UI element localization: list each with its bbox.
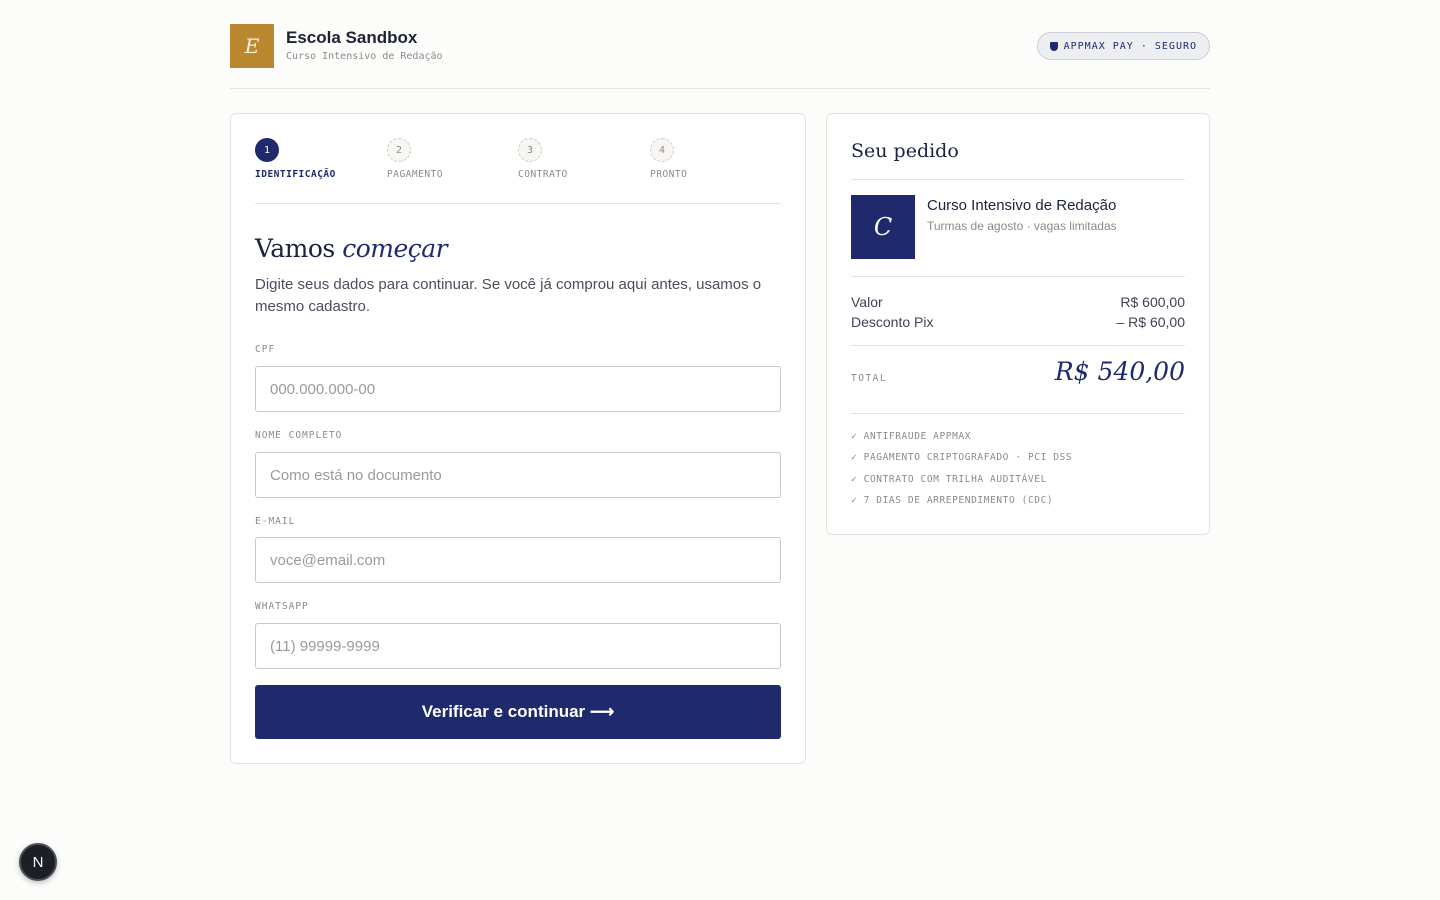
step-label: CONTRATO xyxy=(518,169,568,180)
step-number: 4 xyxy=(650,138,674,162)
brand-name: Escola Sandbox xyxy=(286,28,418,47)
line-item-amount: R$ 600,00 xyxy=(1120,294,1185,310)
form-title: Vamos começar xyxy=(255,234,448,263)
cpf-label: CPF xyxy=(255,344,276,355)
line-item-label: Desconto Pix xyxy=(851,314,934,330)
step-pagamento: 2 PAGAMENTO xyxy=(387,138,443,180)
checkout-page: E Escola Sandbox Curso Intensivo de Reda… xyxy=(230,0,1210,764)
form-description: Digite seus dados para continuar. Se voc… xyxy=(255,276,762,315)
step-number: 1 xyxy=(255,138,279,162)
trust-item: ✓ 7 DIAS DE ARREPENDIMENTO (CDC) xyxy=(851,494,1054,506)
email-label: E-MAIL xyxy=(255,516,296,527)
step-contrato: 3 CONTRATO xyxy=(518,138,568,180)
full-name-input[interactable] xyxy=(255,452,781,498)
total-value: R$ 540,00 xyxy=(1054,357,1185,386)
step-number: 2 xyxy=(387,138,411,162)
order-summary-card: Seu pedido C Curso Intensivo de Redação … xyxy=(826,113,1210,535)
line-item-desconto: Desconto Pix – R$ 60,00 xyxy=(851,314,1185,330)
line-item-amount: – R$ 60,00 xyxy=(1116,314,1186,330)
header: E Escola Sandbox Curso Intensivo de Reda… xyxy=(230,0,1210,89)
email-input[interactable] xyxy=(255,537,781,583)
order-title: Seu pedido xyxy=(851,140,959,162)
divider xyxy=(851,276,1185,277)
product-name: Curso Intensivo de Redação xyxy=(927,197,1117,214)
divider xyxy=(851,345,1185,346)
brand-subtitle: Curso Intensivo de Redação xyxy=(286,51,443,62)
line-item-valor: Valor R$ 600,00 xyxy=(851,294,1185,310)
brand-logo: E xyxy=(230,24,274,68)
product-subtitle: Turmas de agosto · vagas limitadas xyxy=(927,219,1117,233)
divider xyxy=(851,179,1185,180)
shield-icon xyxy=(1049,41,1058,51)
trust-list: ✓ ANTIFRAUDE APPMAX ✓ PAGAMENTO CRIPTOGR… xyxy=(851,430,1072,515)
step-pronto: 4 PRONTO xyxy=(650,138,687,180)
cpf-input[interactable] xyxy=(255,366,781,412)
step-number: 3 xyxy=(518,138,542,162)
whatsapp-input[interactable] xyxy=(255,623,781,669)
secure-badge: APPMAX PAY · SEGURO xyxy=(1036,32,1210,60)
step-identificacao: 1 IDENTIFICAÇÃO xyxy=(255,138,336,180)
checkout-stepper: 1 IDENTIFICAÇÃO 2 PAGAMENTO 3 CONTRATO 4… xyxy=(255,138,781,204)
full-name-label: NOME COMPLETO xyxy=(255,430,343,441)
step-label: PRONTO xyxy=(650,169,688,180)
trust-item: ✓ PAGAMENTO CRIPTOGRAFADO · PCI DSS xyxy=(851,452,1073,464)
step-label: IDENTIFICAÇÃO xyxy=(255,169,336,180)
divider xyxy=(851,413,1185,414)
line-item-label: Valor xyxy=(851,294,883,310)
whatsapp-label: WHATSAPP xyxy=(255,601,309,612)
form-title-plain: Vamos xyxy=(255,234,343,263)
verify-continue-button[interactable]: Verificar e continuar ⟶ xyxy=(255,685,781,739)
dev-tools-badge[interactable]: N xyxy=(19,843,57,881)
trust-item: ✓ ANTIFRAUDE APPMAX xyxy=(851,431,972,442)
form-title-emphasis: começar xyxy=(342,234,448,263)
total-label: TOTAL xyxy=(851,373,888,384)
secure-badge-label: APPMAX PAY · SEGURO xyxy=(1063,40,1197,52)
identification-form-card: 1 IDENTIFICAÇÃO 2 PAGAMENTO 3 CONTRATO 4… xyxy=(230,113,806,764)
product-thumbnail: C xyxy=(851,195,915,259)
step-label: PAGAMENTO xyxy=(387,169,443,180)
trust-item: ✓ CONTRATO COM TRILHA AUDITÁVEL xyxy=(851,473,1047,485)
